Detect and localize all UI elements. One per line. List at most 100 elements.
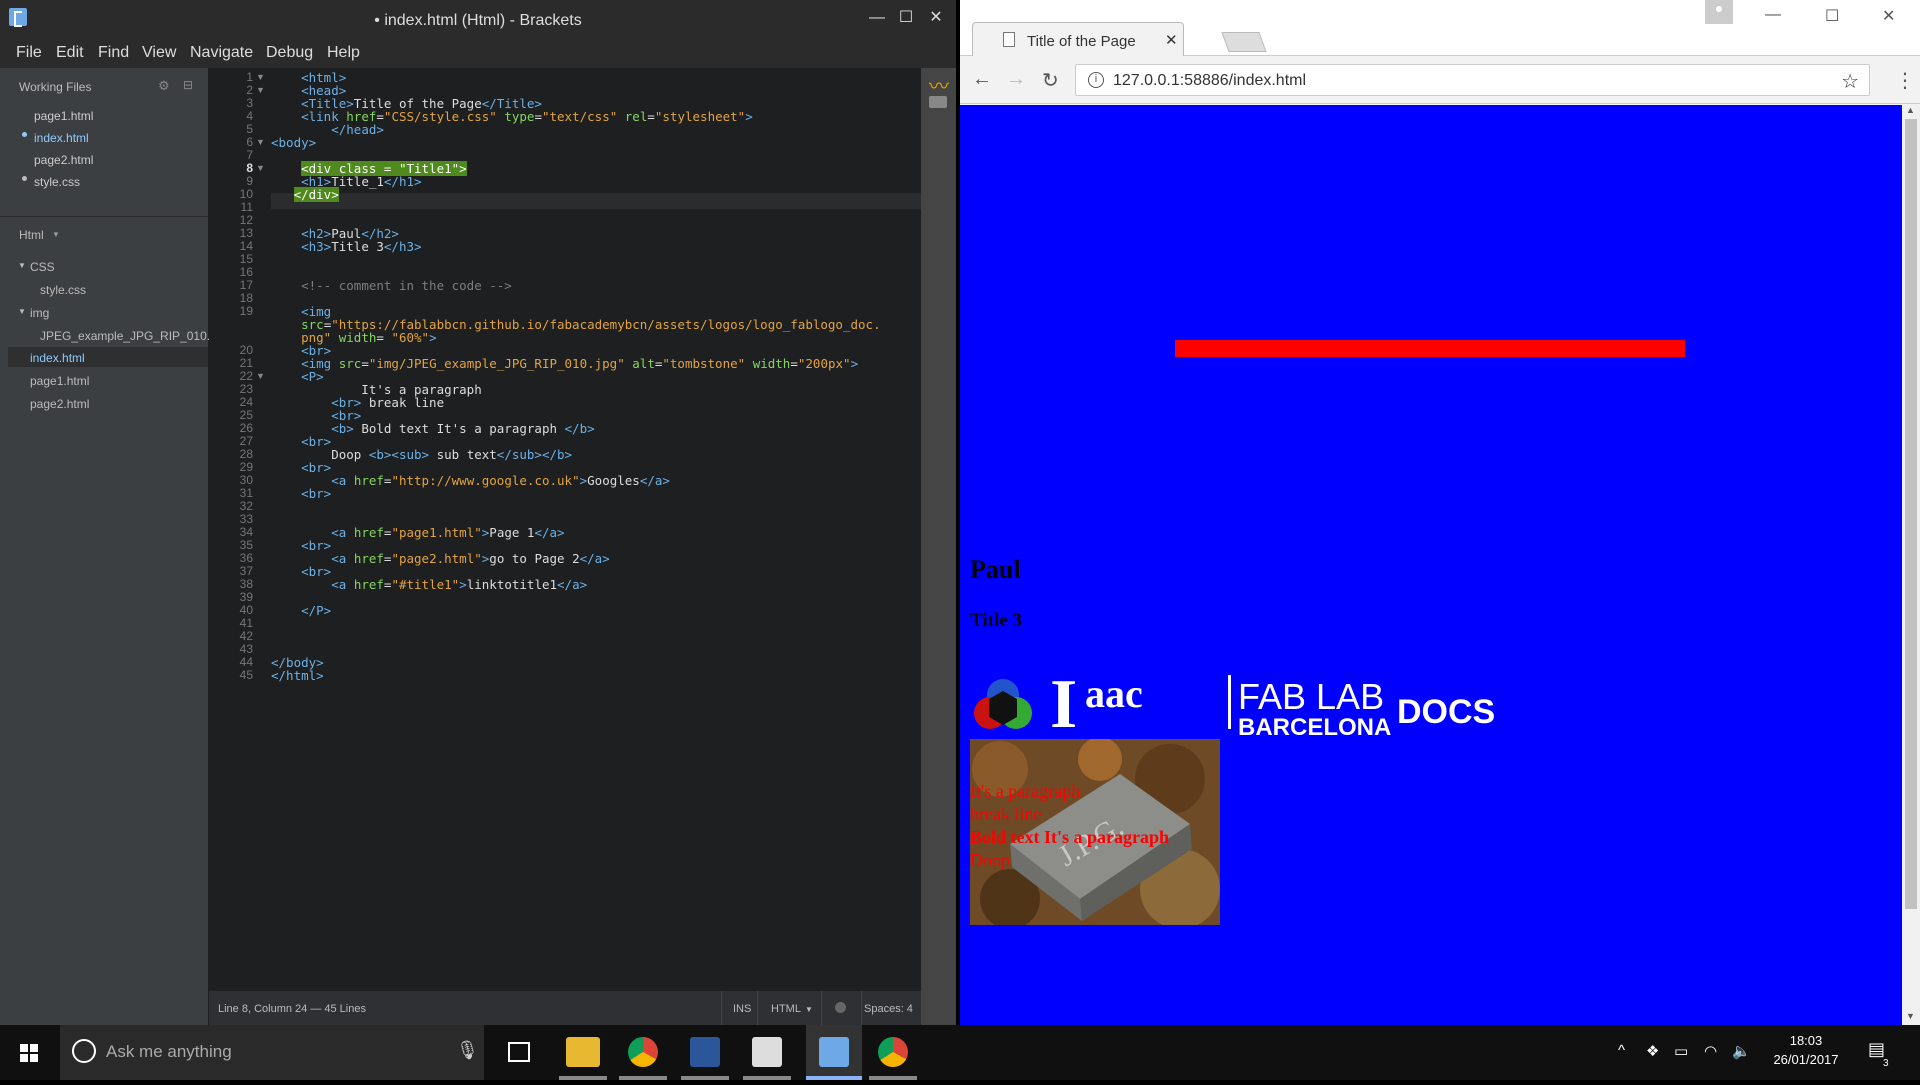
file-explorer-icon[interactable] — [566, 1037, 600, 1067]
menu-debug[interactable]: Debug — [266, 44, 313, 62]
paragraph-bold: Bold text It's a paragraph — [970, 827, 1170, 847]
line-number: 42 — [239, 629, 253, 643]
working-file-style[interactable]: style.css — [34, 175, 80, 189]
code-line[interactable]: <!-- comment in the code --> — [271, 278, 512, 293]
line-number: 13 — [239, 226, 253, 240]
tree-file-page1[interactable]: page1.html — [30, 374, 89, 388]
current-line-highlight — [271, 193, 921, 209]
system-clock[interactable]: 18:03 26/01/2017 — [1766, 1033, 1846, 1067]
fold-chevron-icon[interactable]: ▼ — [256, 85, 265, 95]
chevron-down-icon[interactable]: ▼ — [18, 307, 26, 316]
dropbox-icon[interactable]: ❖ — [1646, 1042, 1659, 1060]
maximize-icon[interactable]: ☐ — [896, 8, 916, 28]
chrome-icon[interactable] — [628, 1037, 658, 1067]
line-number: 5 — [246, 122, 253, 136]
working-file-page1[interactable]: page1.html — [34, 109, 93, 123]
working-file-index[interactable]: index.html — [34, 131, 89, 145]
code-line[interactable]: </div> — [271, 187, 339, 202]
chevron-up-icon[interactable]: ^ — [1618, 1042, 1625, 1059]
live-preview-icon[interactable]: 〰 — [929, 70, 949, 99]
scrollbar[interactable]: ▲ ▼ — [1902, 105, 1920, 1025]
scrollbar-thumb[interactable] — [1905, 119, 1917, 909]
language-selector[interactable]: HTML — [771, 1003, 801, 1015]
sidebar-divider — [0, 216, 208, 217]
chevron-down-icon: ▼ — [805, 1005, 813, 1014]
indent-spaces[interactable]: Spaces: 4 — [864, 1003, 913, 1015]
code-line[interactable]: <a href="#title1">linktotitle1</a> — [271, 577, 587, 592]
bookmark-star-icon[interactable]: ☆ — [1841, 69, 1859, 94]
extension-manager-icon[interactable] — [929, 96, 947, 108]
scroll-down-icon[interactable]: ▼ — [1906, 1011, 1915, 1021]
cortana-search-box[interactable]: Ask me anything 🎙 — [60, 1025, 484, 1080]
wifi-icon[interactable]: ◠ — [1704, 1042, 1717, 1060]
action-center-icon[interactable]: ▤ — [1868, 1039, 1885, 1060]
split-view-icon[interactable]: ⊟ — [183, 78, 193, 92]
code-line[interactable]: <img src="img/JPEG_example_JPG_RIP_010.j… — [271, 356, 858, 371]
close-icon[interactable]: ✕ — [1882, 6, 1895, 26]
tree-file-style[interactable]: style.css — [40, 283, 86, 297]
back-arrow-icon[interactable]: ← — [972, 68, 992, 91]
fold-chevron-icon[interactable]: ▼ — [256, 137, 265, 147]
code-line[interactable]: <br> — [271, 486, 331, 501]
code-editor[interactable]: 1 ▼ <html> 2 ▼ <head> 3 <Title>Title of the … — [209, 68, 921, 991]
battery-icon[interactable]: ▭ — [1674, 1042, 1688, 1060]
address-bar[interactable]: i 127.0.0.1:58886/index.html ☆ — [1075, 64, 1870, 96]
line-number: 39 — [239, 590, 253, 604]
line-number: 22 — [239, 369, 253, 383]
brackets-icon[interactable] — [819, 1037, 849, 1067]
gear-icon[interactable]: ⚙ — [158, 78, 170, 94]
start-button[interactable] — [0, 1025, 58, 1080]
code-line[interactable]: <body> — [271, 135, 316, 150]
brackets-titlebar: • index.html (Html) - Brackets — ☐ ✕ — [0, 0, 956, 40]
reload-icon[interactable]: ↻ — [1042, 68, 1059, 93]
line-number: 36 — [239, 551, 253, 565]
tree-folder-img[interactable]: img — [30, 306, 49, 320]
line-number: 3 — [246, 96, 253, 110]
minimize-icon[interactable]: — — [1765, 6, 1781, 24]
project-dropdown[interactable]: Html — [19, 228, 44, 242]
menu-view[interactable]: View — [142, 44, 176, 62]
forward-arrow-icon[interactable]: → — [1006, 68, 1026, 91]
close-icon[interactable]: ✕ — [926, 8, 946, 28]
active-indicator — [869, 1076, 917, 1080]
code-line[interactable]: <h3>Title 3</h3> — [271, 239, 421, 254]
profile-icon[interactable]: ● — [1705, 0, 1733, 24]
notification-count: 3 — [1883, 1058, 1889, 1069]
scroll-up-icon[interactable]: ▲ — [1906, 105, 1915, 115]
chrome-icon[interactable] — [878, 1037, 908, 1067]
task-view-icon[interactable] — [508, 1042, 530, 1062]
fold-chevron-icon[interactable]: ▼ — [256, 371, 265, 381]
menu-find[interactable]: Find — [98, 44, 129, 62]
code-line[interactable]: </html> — [271, 668, 324, 683]
tree-file-page2[interactable]: page2.html — [30, 397, 89, 411]
code-line[interactable]: </P> — [271, 603, 331, 618]
maximize-icon[interactable]: ☐ — [1825, 6, 1839, 26]
taskbar-brackets-slot[interactable] — [806, 1025, 862, 1080]
browser-tab[interactable]: Title of the Page ✕ — [972, 22, 1184, 57]
info-icon[interactable]: i — [1088, 72, 1104, 88]
menu-file[interactable]: File — [16, 44, 42, 62]
menu-edit[interactable]: Edit — [56, 44, 84, 62]
menu-help[interactable]: Help — [327, 44, 360, 62]
inkscape-icon[interactable] — [752, 1037, 782, 1067]
tree-folder-css[interactable]: CSS — [30, 260, 55, 274]
chevron-down-icon[interactable]: ▼ — [18, 261, 26, 270]
fold-chevron-icon[interactable]: ▼ — [256, 72, 265, 82]
brackets-toolbar-right: 〰 — [921, 68, 956, 1025]
menu-navigate[interactable]: Navigate — [190, 44, 253, 62]
microphone-icon[interactable]: 🎙 — [456, 1040, 479, 1061]
menu-dots-icon[interactable]: ⋮ — [1895, 68, 1915, 93]
fold-chevron-icon[interactable]: ▼ — [256, 163, 265, 173]
ins-mode[interactable]: INS — [733, 1003, 751, 1015]
new-tab-button[interactable] — [1221, 32, 1267, 52]
word-icon[interactable] — [690, 1037, 720, 1067]
brackets-statusbar: Line 8, Column 24 — 45 Lines INS HTML ▼ … — [209, 991, 921, 1025]
minimize-icon[interactable]: — — [867, 8, 887, 28]
linter-status-icon[interactable] — [835, 1002, 846, 1013]
tree-file-jpeg[interactable]: JPEG_example_JPG_RIP_010. — [40, 329, 210, 343]
working-file-page2[interactable]: page2.html — [34, 153, 93, 167]
tree-file-index[interactable]: index.html — [30, 351, 85, 365]
line-number: 23 — [239, 382, 253, 396]
close-tab-icon[interactable]: ✕ — [1165, 31, 1178, 49]
volume-icon[interactable]: 🔈 — [1732, 1042, 1751, 1060]
